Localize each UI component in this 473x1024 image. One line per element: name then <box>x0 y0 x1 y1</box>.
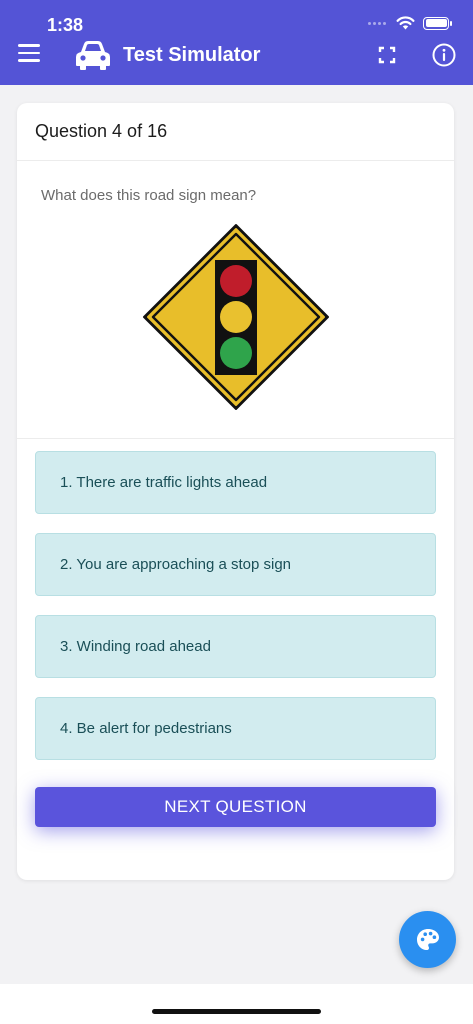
question-card: Question 4 of 16 What does this road sig… <box>17 103 454 880</box>
battery-icon <box>423 16 452 30</box>
traffic-signal-sign-image <box>143 224 329 410</box>
answer-option-3[interactable]: 3. Winding road ahead <box>35 615 436 678</box>
car-icon <box>76 41 110 70</box>
info-icon[interactable] <box>432 43 456 67</box>
status-icons <box>368 16 452 30</box>
wifi-icon <box>396 16 415 30</box>
fullscreen-icon[interactable] <box>378 46 396 64</box>
answer-option-2[interactable]: 2. You are approaching a stop sign <box>35 533 436 596</box>
theme-fab-button[interactable] <box>399 911 456 968</box>
answer-option-1[interactable]: 1. There are traffic lights ahead <box>35 451 436 514</box>
status-time: 1:38 <box>47 15 84 35</box>
next-question-button[interactable]: NEXT QUESTION <box>35 787 436 827</box>
bottom-safe-area <box>0 984 473 1024</box>
question-counter: Question 4 of 16 <box>17 103 454 161</box>
palette-icon <box>416 928 439 950</box>
home-indicator[interactable] <box>152 1009 321 1014</box>
app-bar: 1:38 Test Simulator <box>0 0 473 85</box>
question-prompt: What does this road sign mean? <box>41 187 257 204</box>
menu-button[interactable] <box>18 44 40 62</box>
answer-option-4[interactable]: 4. Be alert for pedestrians <box>35 697 436 760</box>
signal-icon <box>368 21 386 25</box>
app-title: Test Simulator <box>123 44 261 66</box>
divider <box>17 438 454 439</box>
